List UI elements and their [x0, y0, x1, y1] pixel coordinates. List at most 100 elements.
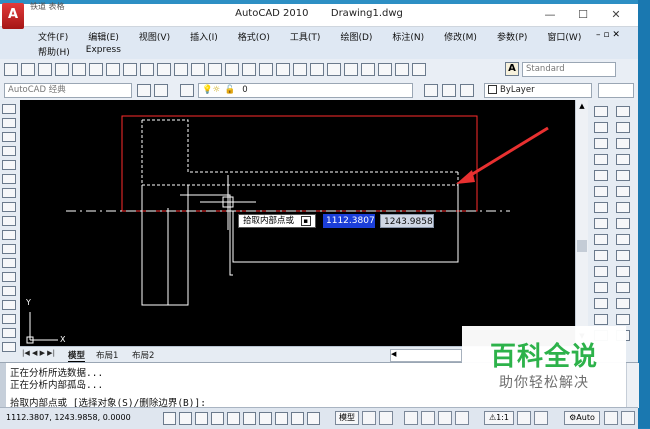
menu-edit[interactable]: 编辑(E) [82, 30, 125, 43]
tab-layout2[interactable]: 布局2 [132, 349, 154, 361]
block-editor-icon[interactable] [191, 63, 205, 76]
design-center-icon[interactable] [327, 63, 341, 76]
showmotion-icon[interactable] [455, 411, 469, 425]
app-menu-button[interactable]: A [2, 3, 24, 29]
otrack-toggle-icon[interactable] [243, 412, 256, 425]
preview-icon[interactable] [72, 63, 86, 76]
minimize-button[interactable]: — [535, 7, 565, 23]
spline-icon[interactable] [2, 216, 16, 226]
polyline-icon[interactable] [2, 132, 16, 142]
options-menu-icon[interactable]: ▪ [300, 215, 311, 226]
auto-scale-icon[interactable] [534, 411, 548, 425]
make-current-layer-icon[interactable] [424, 84, 438, 97]
view-icon[interactable] [616, 186, 630, 197]
match-properties-icon[interactable] [174, 63, 188, 76]
hatch-icon[interactable] [2, 300, 16, 310]
cut-icon[interactable] [123, 63, 137, 76]
workspace-settings-icon[interactable] [137, 84, 151, 97]
open-icon[interactable] [21, 63, 35, 76]
3d-print-icon[interactable] [106, 63, 120, 76]
make-block-icon[interactable] [2, 272, 16, 282]
fillet-icon[interactable] [594, 314, 608, 325]
trim-icon[interactable] [594, 250, 608, 261]
region-icon[interactable] [2, 328, 16, 338]
circle-icon[interactable] [2, 188, 16, 198]
layer-manager-icon[interactable] [180, 84, 194, 97]
lineweight-toggle-icon[interactable] [291, 412, 304, 425]
menu-parameter[interactable]: 参数(P) [491, 30, 533, 43]
gradient-icon[interactable] [2, 314, 16, 324]
tool-palettes-icon[interactable] [344, 63, 358, 76]
tab-model[interactable]: 模型 [68, 349, 86, 362]
break-icon[interactable] [594, 282, 608, 293]
quick-view-layouts-icon[interactable] [362, 411, 376, 425]
section-icon[interactable] [616, 314, 630, 325]
render-icon[interactable] [616, 218, 630, 229]
menu-express[interactable]: Express [80, 45, 127, 58]
light-icon[interactable] [616, 234, 630, 245]
layer-states-icon[interactable] [460, 84, 474, 97]
copy-icon[interactable] [140, 63, 154, 76]
construction-line-icon[interactable] [2, 118, 16, 128]
tab-nav-arrows-icon[interactable]: |◀ ◀ ▶ ▶| [22, 349, 55, 357]
tab-layout1[interactable]: 布局1 [96, 349, 118, 361]
menu-insert[interactable]: 插入(I) [184, 30, 224, 43]
workspace-switch-button[interactable]: ⚙Auto [564, 411, 600, 425]
copy-object-icon[interactable] [594, 122, 608, 133]
scale-icon[interactable] [594, 218, 608, 229]
horizontal-scrollbar[interactable]: ◀ [390, 349, 462, 362]
undo-icon[interactable] [208, 63, 222, 76]
menu-modify[interactable]: 修改(M) [438, 30, 483, 43]
pan-icon[interactable] [404, 411, 418, 425]
workspace-dropdown[interactable]: AutoCAD 经典 [4, 83, 132, 98]
text-style-dropdown[interactable]: Standard [522, 62, 616, 77]
dyn-toggle-icon[interactable] [275, 412, 288, 425]
color-dropdown[interactable]: ByLayer [484, 83, 592, 98]
workspace-save-icon[interactable] [154, 84, 168, 97]
stretch-icon[interactable] [594, 234, 608, 245]
model-space-button[interactable]: 模型 [335, 411, 359, 425]
revision-cloud-icon[interactable] [2, 202, 16, 212]
zoom-previous-icon[interactable] [293, 63, 307, 76]
erase-icon[interactable] [594, 106, 608, 117]
walk-icon[interactable] [616, 282, 630, 293]
mirror-icon[interactable] [594, 138, 608, 149]
menu-dimension[interactable]: 标注(N) [386, 30, 430, 43]
annotation-scale-button[interactable]: ⚠1:1 [484, 411, 514, 425]
menu-view[interactable]: 视图(V) [133, 30, 176, 43]
paste-icon[interactable] [157, 63, 171, 76]
redo-icon[interactable] [225, 63, 239, 76]
grid-toggle-icon[interactable] [179, 412, 192, 425]
print-icon[interactable] [55, 63, 69, 76]
fly-icon[interactable] [616, 298, 630, 309]
layer-previous-icon[interactable] [442, 84, 456, 97]
scroll-up-icon[interactable]: ▲ [577, 102, 587, 112]
menu-help[interactable]: 帮助(H) [32, 45, 76, 58]
text-style-icon[interactable]: A [505, 62, 519, 76]
zoom-realtime-icon[interactable] [259, 63, 273, 76]
doc-window-controls[interactable]: – ▫ ✕ [596, 30, 620, 40]
zoom-icon[interactable] [421, 411, 435, 425]
menu-format[interactable]: 格式(O) [232, 30, 276, 43]
extend-icon[interactable] [594, 266, 608, 277]
menu-window[interactable]: 窗口(W) [541, 30, 587, 43]
command-scrollbar[interactable] [626, 363, 639, 408]
chamfer-icon[interactable] [594, 298, 608, 309]
publish-icon[interactable] [89, 63, 103, 76]
ortho-toggle-icon[interactable] [195, 412, 208, 425]
polar-toggle-icon[interactable] [211, 412, 224, 425]
camera-icon[interactable] [616, 266, 630, 277]
snap-toggle-icon[interactable] [163, 412, 176, 425]
save-icon[interactable] [38, 63, 52, 76]
pan-icon-2[interactable] [242, 63, 256, 76]
steering-wheel-icon[interactable] [438, 411, 452, 425]
qp-toggle-icon[interactable] [307, 412, 320, 425]
offset-icon[interactable] [594, 154, 608, 165]
properties-icon[interactable] [310, 63, 324, 76]
dynamic-input-x[interactable]: 1112.3807 [323, 214, 375, 228]
menu-tools[interactable]: 工具(T) [284, 30, 327, 43]
linetype-dropdown[interactable] [598, 83, 634, 98]
move-icon[interactable] [594, 186, 608, 197]
ducs-toggle-icon[interactable] [259, 412, 272, 425]
bring-front-icon[interactable] [616, 106, 630, 117]
